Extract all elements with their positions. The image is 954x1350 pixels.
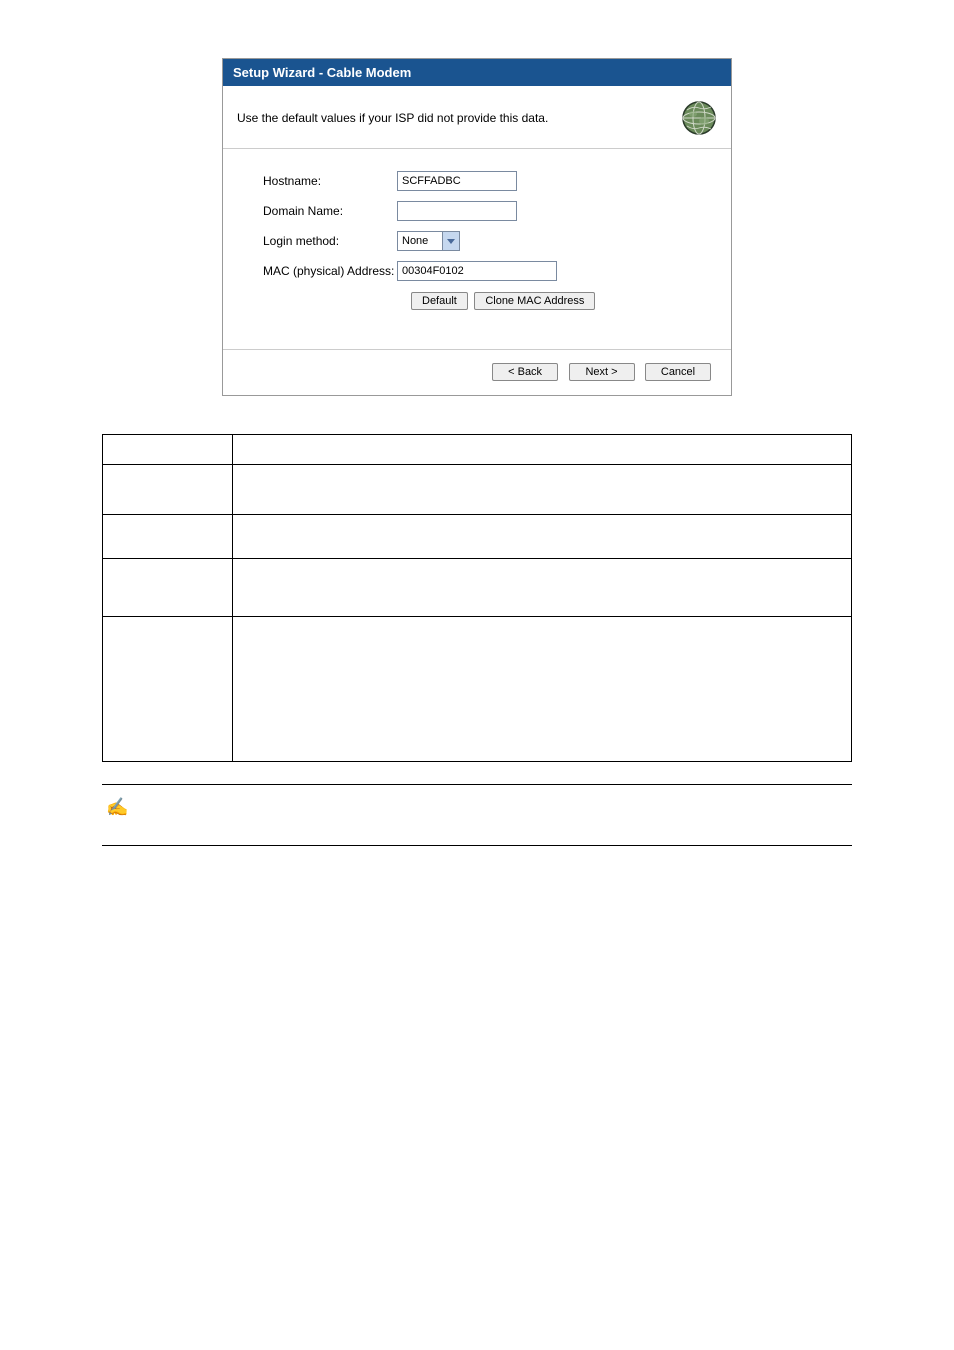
default-button[interactable]: Default <box>411 292 468 310</box>
wizard-dialog: Setup Wizard - Cable Modem Use the defau… <box>222 58 732 396</box>
table-cell <box>103 465 233 515</box>
chevron-down-icon[interactable] <box>443 231 460 251</box>
table-cell <box>103 617 233 762</box>
description-table <box>102 434 852 762</box>
hostname-label: Hostname: <box>237 174 397 188</box>
wizard-title: Setup Wizard - Cable Modem <box>223 59 731 86</box>
divider <box>102 845 852 846</box>
back-button[interactable]: < Back <box>492 363 558 381</box>
globe-icon <box>681 100 717 136</box>
table-cell <box>103 559 233 617</box>
note-section: ✍ <box>102 784 852 846</box>
hostname-input[interactable] <box>397 171 517 191</box>
cancel-button[interactable]: Cancel <box>645 363 711 381</box>
table-cell <box>233 465 852 515</box>
domain-label: Domain Name: <box>237 204 397 218</box>
table-cell <box>233 617 852 762</box>
mac-input[interactable] <box>397 261 557 281</box>
table-cell <box>233 559 852 617</box>
login-method-label: Login method: <box>237 234 397 248</box>
table-cell <box>103 515 233 559</box>
form-body: Hostname: Domain Name: Login method: Non… <box>223 149 731 349</box>
table-header <box>103 435 233 465</box>
clone-mac-button[interactable]: Clone MAC Address <box>474 292 595 310</box>
wizard-footer: < Back Next > Cancel <box>223 349 731 395</box>
next-button[interactable]: Next > <box>569 363 635 381</box>
table-cell <box>233 515 852 559</box>
table-header <box>233 435 852 465</box>
domain-input[interactable] <box>397 201 517 221</box>
login-method-value: None <box>397 231 443 251</box>
wizard-hint: Use the default values if your ISP did n… <box>237 111 548 125</box>
mac-label: MAC (physical) Address: <box>237 264 397 278</box>
wizard-header: Use the default values if your ISP did n… <box>223 86 731 149</box>
pencil-icon: ✍ <box>102 797 202 818</box>
login-method-select[interactable]: None <box>397 231 460 251</box>
